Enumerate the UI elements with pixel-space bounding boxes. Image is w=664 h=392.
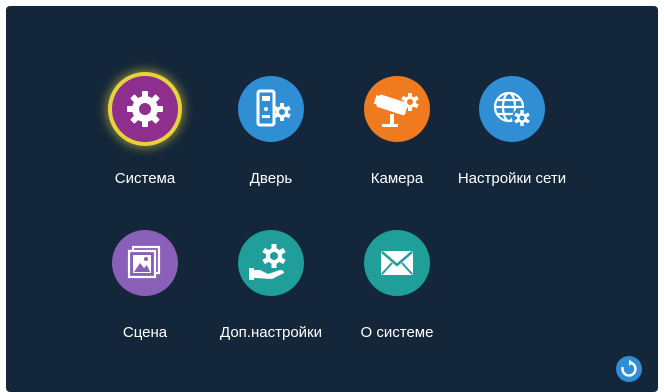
- menu-item-camera[interactable]: Камера: [332, 76, 462, 187]
- scene-icon: [112, 230, 178, 296]
- menu-item-system[interactable]: Система: [80, 76, 210, 187]
- menu-item-label: Система: [114, 170, 176, 187]
- menu-item-label: Камера: [370, 170, 424, 187]
- menu-item-label: О системе: [360, 324, 434, 341]
- settings-screen: Система Дверь Камера Настройки сети Сцен…: [6, 6, 658, 392]
- menu-item-about-system[interactable]: О системе: [332, 230, 462, 341]
- menu-item-scene[interactable]: Сцена: [80, 230, 210, 341]
- menu-item-network-settings[interactable]: Настройки сети: [447, 76, 577, 187]
- extra-settings-icon: [238, 230, 304, 296]
- menu-item-label: Настройки сети: [457, 170, 567, 187]
- menu-item-label: Сцена: [122, 324, 168, 341]
- menu-item-extra-settings[interactable]: Доп.настройки: [206, 230, 336, 341]
- gear-icon: [112, 76, 178, 142]
- menu-item-label: Дверь: [249, 170, 293, 187]
- camera-settings-icon: [364, 76, 430, 142]
- refresh-icon[interactable]: [616, 356, 642, 382]
- door-settings-icon: [238, 76, 304, 142]
- menu-item-label: Доп.настройки: [220, 324, 322, 341]
- network-settings-icon: [479, 76, 545, 142]
- mail-icon: [364, 230, 430, 296]
- menu-item-door[interactable]: Дверь: [206, 76, 336, 187]
